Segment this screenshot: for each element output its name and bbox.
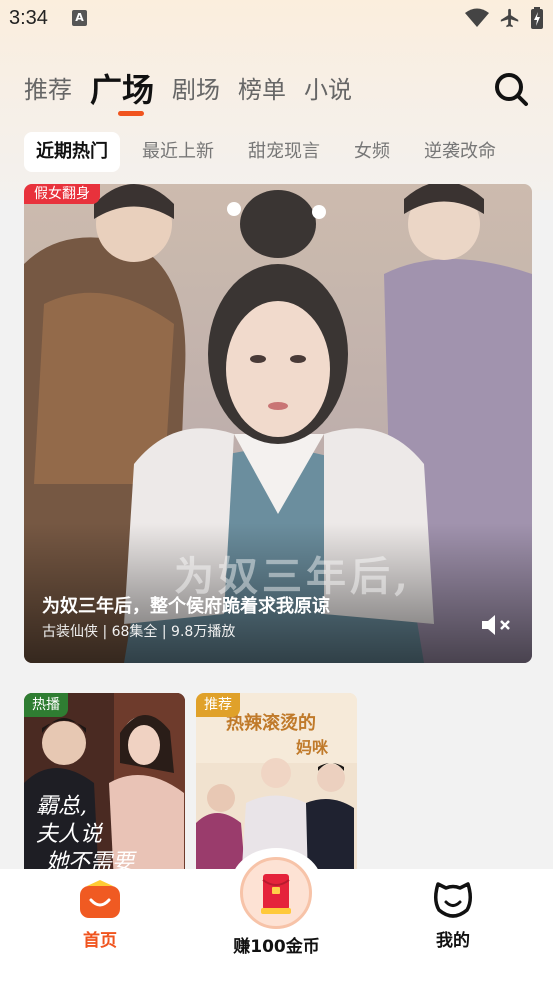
drama-card[interactable]: 霸总, 夫人说 她不需要 热播 (24, 693, 185, 883)
svg-text:夫人说: 夫人说 (36, 822, 104, 847)
mute-icon[interactable] (480, 612, 514, 638)
svg-text:妈咪: 妈咪 (296, 738, 329, 757)
subtab-sweet-romance[interactable]: 甜宠现言 (236, 132, 332, 172)
featured-drama-card[interactable]: 为奴三年后, 假女翻身 为奴三年后，整个侯府跪着求我原谅 古装仙侠 | 68集全… (24, 184, 532, 663)
nav-mine-label: 我的 (436, 931, 470, 951)
tab-plaza[interactable]: 广场 (90, 70, 154, 110)
airplane-icon (500, 8, 519, 28)
genre-badge: 假女翻身 (24, 184, 100, 204)
drama-poster: 霸总, 夫人说 她不需要 (24, 693, 185, 883)
active-tab-indicator (118, 111, 144, 116)
wifi-icon (465, 8, 489, 27)
nav-home-label: 首页 (83, 931, 117, 951)
drama-title: 为奴三年后，整个侯府跪着求我原谅 (42, 596, 330, 617)
category-tab-bar: 近期热门 最近上新 甜宠现言 女频 逆袭改命 (24, 132, 518, 172)
svg-text:热辣滚烫的: 热辣滚烫的 (226, 712, 316, 734)
status-time: 3:34 (9, 7, 48, 29)
battery-charging-icon (531, 7, 543, 29)
tab-theater[interactable]: 剧场 (172, 70, 220, 110)
drama-meta: 古装仙侠 | 68集全 | 9.8万播放 (42, 624, 236, 640)
earn-coins-button[interactable] (240, 857, 312, 929)
subtab-female[interactable]: 女频 (342, 132, 402, 172)
subtab-comeback[interactable]: 逆袭改命 (412, 132, 508, 172)
top-tab-bar: 推荐 广场 剧场 榜单 小说 (24, 70, 370, 110)
tab-novels[interactable]: 小说 (304, 70, 352, 110)
svg-text:霸总,: 霸总, (36, 794, 87, 819)
tab-rankings[interactable]: 榜单 (238, 70, 286, 110)
home-icon (80, 880, 120, 918)
search-icon[interactable] (491, 70, 531, 110)
red-envelope-icon (261, 874, 291, 914)
recommend-badge: 推荐 (196, 693, 240, 717)
tab-recommend[interactable]: 推荐 (24, 70, 72, 110)
profile-icon (434, 882, 472, 918)
hot-badge: 热播 (24, 693, 68, 717)
status-bar: 3:34 A (0, 0, 553, 38)
earn-coins-label: 赚100金币 (233, 937, 320, 957)
subtab-recent-hot[interactable]: 近期热门 (24, 132, 120, 172)
keyboard-notification-icon: A (72, 10, 87, 26)
subtab-new-releases[interactable]: 最近上新 (130, 132, 226, 172)
nav-home[interactable]: 首页 (45, 880, 155, 951)
nav-mine[interactable]: 我的 (398, 880, 508, 951)
